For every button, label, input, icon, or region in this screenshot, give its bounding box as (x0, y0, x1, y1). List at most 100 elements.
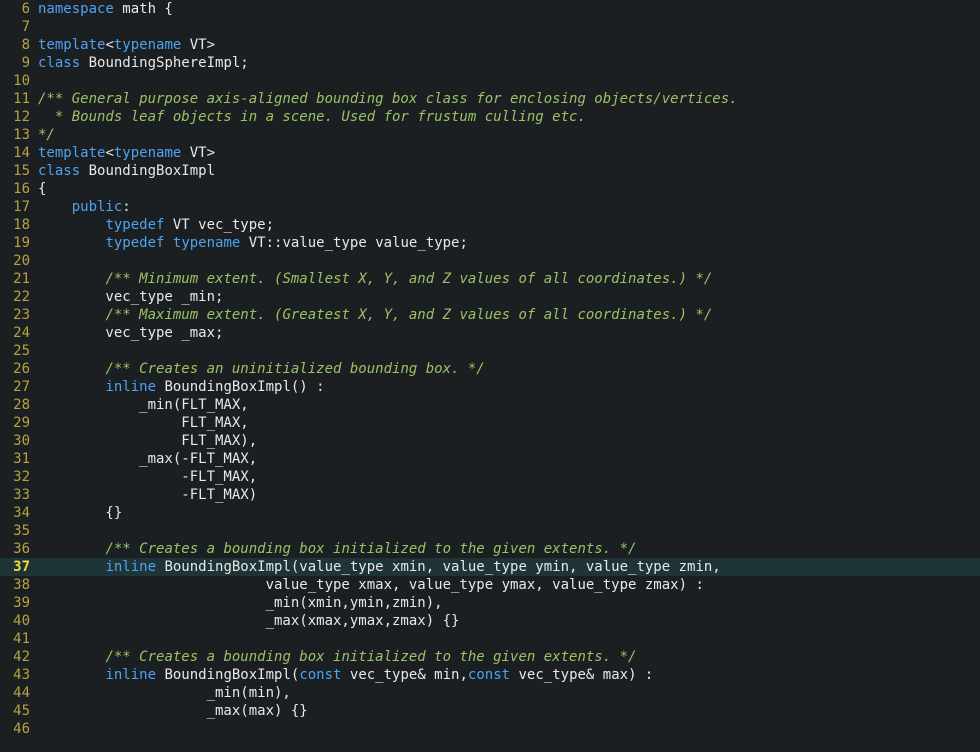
keyword-token: typename (113, 145, 182, 161)
code-line[interactable]: 18 typedef VT vec_type; (0, 216, 980, 234)
code-token: < (105, 37, 114, 53)
comment-token: /** General purpose axis-aligned boundin… (38, 91, 738, 107)
code-line[interactable]: 15 class BoundingBoxImpl (0, 162, 980, 180)
code-token: -FLT_MAX) (38, 487, 258, 503)
code-line[interactable]: 7 (0, 18, 980, 36)
code-text: namespace math { (30, 0, 173, 18)
code-line[interactable]: 6 namespace math { (0, 0, 980, 18)
code-line[interactable]: 21 /** Minimum extent. (Smallest X, Y, a… (0, 270, 980, 288)
line-number: 6 (21, 1, 30, 17)
comment-token: * Bounds leaf objects in a scene. Used f… (38, 109, 586, 125)
code-line[interactable]: 31 _max(-FLT_MAX, (0, 450, 980, 468)
code-line[interactable]: 19 typedef typename VT::value_type value… (0, 234, 980, 252)
code-text: /** Creates a bounding box initialized t… (30, 540, 636, 558)
code-line[interactable]: 45 _max(max) {} (0, 702, 980, 720)
keyword-token: typename (113, 37, 182, 53)
keyword-token: template (38, 37, 106, 53)
code-line[interactable]: 35 (0, 522, 980, 540)
code-line[interactable]: 42 /** Creates a bounding box initialize… (0, 648, 980, 666)
code-token: BoundingSphereImpl; (80, 55, 249, 71)
code-text: {} (30, 504, 122, 522)
code-text: inline BoundingBoxImpl(const vec_type& m… (30, 666, 653, 684)
code-line[interactable]: 30 FLT_MAX), (0, 432, 980, 450)
code-token: BoundingBoxImpl (80, 163, 216, 179)
code-line[interactable]: 9 class BoundingSphereImpl; (0, 54, 980, 72)
line-number: 21 (13, 271, 30, 287)
code-line[interactable]: 26 /** Creates an uninitialized bounding… (0, 360, 980, 378)
code-line[interactable]: 36 /** Creates a bounding box initialize… (0, 540, 980, 558)
code-text: _min(min), (30, 684, 291, 702)
code-line[interactable]: 43 inline BoundingBoxImpl(const vec_type… (0, 666, 980, 684)
code-line[interactable]: 39 _min(xmin,ymin,zmin), (0, 594, 980, 612)
keyword-token: template (38, 145, 106, 161)
code-line[interactable]: 8 template<typename VT> (0, 36, 980, 54)
current-code-line[interactable]: 37 inline BoundingBoxImpl(value_type xmi… (0, 558, 980, 576)
code-line[interactable]: 10 (0, 72, 980, 90)
code-token: { (38, 181, 47, 197)
code-text: vec_type _min; (30, 288, 223, 306)
code-line[interactable]: 13 */ (0, 126, 980, 144)
code-line[interactable]: 44 _min(min), (0, 684, 980, 702)
line-number: 29 (13, 415, 30, 431)
comment-token: /** Maximum extent. (Greatest X, Y, and … (105, 307, 713, 323)
line-number: 40 (13, 613, 30, 629)
line-number: 22 (13, 289, 30, 305)
keyword-token: const (467, 667, 511, 683)
code-line[interactable]: 23 /** Maximum extent. (Greatest X, Y, a… (0, 306, 980, 324)
code-line[interactable]: 14 template<typename VT> (0, 144, 980, 162)
code-line[interactable]: 38 value_type xmax, value_type ymax, val… (0, 576, 980, 594)
code-text: _min(FLT_MAX, (30, 396, 249, 414)
code-line[interactable]: 27 inline BoundingBoxImpl() : (0, 378, 980, 396)
code-token: _max(max) {} (38, 703, 308, 719)
code-text: * Bounds leaf objects in a scene. Used f… (30, 108, 586, 126)
line-number: 44 (13, 685, 30, 701)
code-line[interactable]: 20 (0, 252, 980, 270)
code-token: _max(-FLT_MAX, (38, 451, 258, 467)
line-number: 32 (13, 469, 30, 485)
code-token: -FLT_MAX, (38, 469, 258, 485)
code-text: /** Creates an uninitialized bounding bo… (30, 360, 484, 378)
code-line[interactable]: 17 public: (0, 198, 980, 216)
code-line[interactable]: 40 _max(xmax,ymax,zmax) {} (0, 612, 980, 630)
code-line[interactable]: 22 vec_type _min; (0, 288, 980, 306)
line-number: 27 (13, 379, 30, 395)
line-number: 8 (21, 37, 30, 53)
code-line[interactable]: 32 -FLT_MAX, (0, 468, 980, 486)
code-line[interactable]: 24 vec_type _max; (0, 324, 980, 342)
code-line[interactable]: 11 /** General purpose axis-aligned bound… (0, 90, 980, 108)
code-text: /** Creates a bounding box initialized t… (30, 648, 636, 666)
line-number: 11 (13, 91, 30, 107)
code-line[interactable]: 12 * Bounds leaf objects in a scene. Use… (0, 108, 980, 126)
code-text: template<typename VT> (30, 36, 215, 54)
line-number: 45 (13, 703, 30, 719)
code-line[interactable]: 33 -FLT_MAX) (0, 486, 980, 504)
line-number: 43 (13, 667, 30, 683)
code-line[interactable]: 16 { (0, 180, 980, 198)
code-line[interactable]: 28 _min(FLT_MAX, (0, 396, 980, 414)
code-editor[interactable]: 6 namespace math {7 8 template<typename VT>… (0, 0, 980, 752)
code-text: /** Maximum extent. (Greatest X, Y, and … (30, 306, 712, 324)
code-line[interactable]: 34 {} (0, 504, 980, 522)
code-token: _min(xmin,ymin,zmin), (38, 595, 443, 611)
code-text: /** Minimum extent. (Smallest X, Y, and … (30, 270, 712, 288)
code-text: typedef typename VT::value_type value_ty… (30, 234, 467, 252)
code-line[interactable]: 46 (0, 720, 980, 738)
line-number: 24 (13, 325, 30, 341)
code-line[interactable]: 25 (0, 342, 980, 360)
code-line[interactable]: 41 (0, 630, 980, 648)
line-number: 9 (21, 55, 30, 71)
code-line[interactable]: 29 FLT_MAX, (0, 414, 980, 432)
line-number: 10 (13, 73, 30, 89)
code-text: -FLT_MAX, (30, 468, 257, 486)
